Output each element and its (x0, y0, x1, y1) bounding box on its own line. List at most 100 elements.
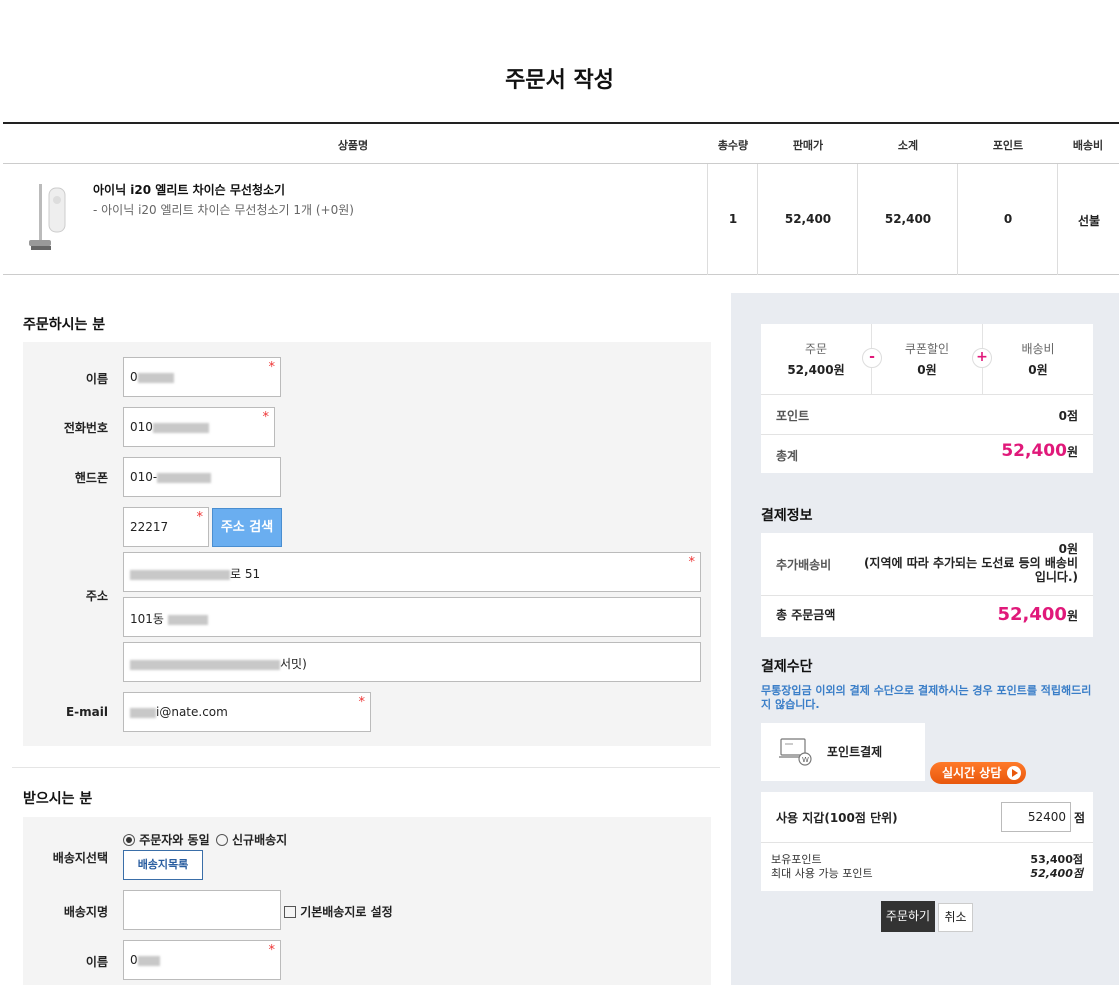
total-order: 52,400원 (997, 604, 1078, 625)
summary-coupon-label: 쿠폰할인 (904, 342, 950, 356)
page-title: 주문서 작성 (505, 68, 614, 93)
summary-total-value: 52,400 (1001, 441, 1067, 461)
point-use-label: 사용 지갑(100점 단위) (776, 811, 898, 825)
default-ship-label: 기본배송지로 설정 (300, 905, 393, 919)
extra-ship-label: 추가배송비 (776, 558, 832, 572)
summary-point-label: 포인트 (776, 409, 810, 423)
point-use-unit: 점 (1073, 811, 1085, 825)
receiver-name-prefix: 0 (130, 953, 138, 967)
required-mark: * (268, 943, 276, 958)
orderer-phone-prefix: 010 (130, 420, 153, 434)
address2-prefix: 101동 (130, 612, 164, 626)
live-chat-button[interactable]: 실시간 상담 (930, 762, 1026, 784)
orderer-section-title: 주문하시는 분 (23, 317, 106, 333)
ship-list-button[interactable]: 배송지목록 (123, 850, 203, 880)
default-ship-checkbox[interactable] (284, 906, 296, 918)
payment-notice: 무통장입금 이외의 결제 수단으로 결제하시는 경우 포인트를 적립해드리지 않… (761, 684, 1092, 711)
address2-input[interactable]: 101동 (123, 597, 701, 637)
order-summary-panel: 주문 52,400원 - 쿠폰할인 0원 + 배송비 0원 포인트 0점 총계 … (731, 293, 1119, 985)
payment-info-title: 결제정보 (761, 508, 813, 524)
shipping-value: 선불 (1077, 214, 1101, 228)
table-header: 상품명 총수량 판매가 소계 포인트 배송비 (3, 124, 1119, 164)
summary-order-value: 52,400원 (787, 363, 845, 377)
zipcode-input[interactable]: 22217 * (123, 507, 209, 547)
header-price: 판매가 (792, 139, 824, 152)
subtotal-value: 52,400 (884, 212, 932, 226)
product-name[interactable]: 아이닉 i20 엘리트 차이슨 무선청소기 (93, 181, 285, 198)
orderer-mobile-label: 핸드폰 (74, 471, 108, 485)
header-point: 포인트 (992, 139, 1024, 152)
ship-select-radios: 주문자와 동일 신규배송지 (123, 831, 287, 848)
held-point-value: 53,400점 (1030, 853, 1083, 866)
masked-text (137, 955, 160, 966)
summary-card: 주문 52,400원 - 쿠폰할인 0원 + 배송비 0원 포인트 0점 총계 … (761, 324, 1093, 473)
play-icon (1007, 766, 1021, 780)
point-labels: 보유포인트 최대 사용 가능 포인트 (771, 853, 873, 881)
required-mark: * (262, 410, 270, 425)
header-shipping: 배송비 (1072, 139, 1104, 152)
price-cell: 52,400 (757, 164, 857, 275)
product-table: 상품명 총수량 판매가 소계 포인트 배송비 아이닉 i20 엘리트 차이슨 무… (3, 122, 1119, 275)
summary-total-unit: 원 (1066, 445, 1078, 459)
address3-suffix: 서밋) (280, 657, 307, 671)
orderer-name-input[interactable]: 0 * (123, 357, 281, 397)
point-pay-option[interactable]: W 포인트결제 (761, 723, 925, 781)
point-use-input[interactable]: 52400 (1001, 802, 1071, 832)
receiver-section-title: 받으시는 분 (23, 791, 93, 807)
masked-text (167, 614, 208, 625)
orderer-mobile-input[interactable]: 010- (123, 457, 281, 497)
row-divider (761, 394, 1093, 395)
masked-text (130, 659, 280, 670)
zipcode-value: 22217 (130, 520, 169, 534)
orderer-name-label: 이름 (85, 372, 108, 386)
row-divider (761, 595, 1093, 596)
live-chat-label: 실시간 상담 (942, 766, 1002, 780)
extra-ship-info: 0원 (지역에 따라 추가되는 도선료 등의 배송비입니다.) (853, 542, 1078, 584)
max-point-value: 52,400점 (1030, 867, 1083, 880)
extra-ship-note: (지역에 따라 추가되는 도선료 등의 배송비입니다.) (863, 556, 1078, 584)
price-value: 52,400 (784, 212, 832, 226)
extra-ship-value: 0원 (1058, 542, 1078, 556)
order-button[interactable]: 주문하기 (881, 901, 935, 932)
required-mark: * (688, 555, 696, 570)
point-cell: 0 (957, 164, 1057, 275)
masked-text (157, 472, 212, 483)
header-subtotal: 소계 (897, 139, 919, 152)
radio-new-address[interactable] (215, 834, 228, 846)
orderer-name-prefix: 0 (130, 370, 138, 384)
qty-value: 1 (728, 212, 738, 226)
orderer-mobile-prefix: 010- (130, 470, 158, 484)
orderer-email-suffix: i@nate.com (156, 705, 228, 719)
held-point-label: 보유포인트 (771, 853, 822, 866)
orderer-email-input[interactable]: i@nate.com * (123, 692, 371, 732)
max-point-label: 최대 사용 가능 포인트 (771, 867, 873, 880)
point-value: 0 (1003, 212, 1013, 226)
summary-order: 주문 52,400원 (761, 324, 871, 394)
address-search-button[interactable]: 주소 검색 (212, 508, 282, 547)
address1-input[interactable]: 로 51 * (123, 552, 701, 592)
masked-text (137, 372, 174, 383)
radio-same-orderer[interactable] (123, 834, 135, 846)
point-use-card: 사용 지갑(100점 단위) 52400 점 보유포인트 최대 사용 가능 포인… (761, 792, 1093, 891)
address3-input[interactable]: 서밋) (123, 642, 701, 682)
receiver-name-input[interactable]: 0 * (123, 940, 281, 980)
masked-text (130, 569, 230, 580)
point-pay-label: 포인트결제 (827, 745, 883, 759)
total-order-unit: 원 (1066, 609, 1078, 623)
summary-shipping-label: 배송비 (1021, 342, 1055, 356)
required-mark: * (196, 510, 204, 525)
required-mark: * (268, 360, 276, 375)
cancel-button[interactable]: 취소 (938, 903, 973, 932)
required-mark: * (358, 695, 366, 710)
masked-text (152, 422, 209, 433)
orderer-phone-input[interactable]: 010 * (123, 407, 275, 447)
orderer-address-label: 주소 (85, 589, 108, 603)
summary-shipping: 배송비 0원 (983, 324, 1093, 394)
row-divider (761, 842, 1093, 843)
summary-total: 52,400원 (1001, 441, 1078, 461)
table-row: 아이닉 i20 엘리트 차이슨 무선청소기 - 아이닉 i20 엘리트 차이슨 … (3, 164, 1119, 275)
total-order-label: 총 주문금액 (776, 608, 836, 622)
ship-name-input[interactable] (123, 890, 281, 930)
summary-order-label: 주문 (804, 342, 828, 356)
summary-shipping-value: 0원 (1028, 363, 1048, 377)
